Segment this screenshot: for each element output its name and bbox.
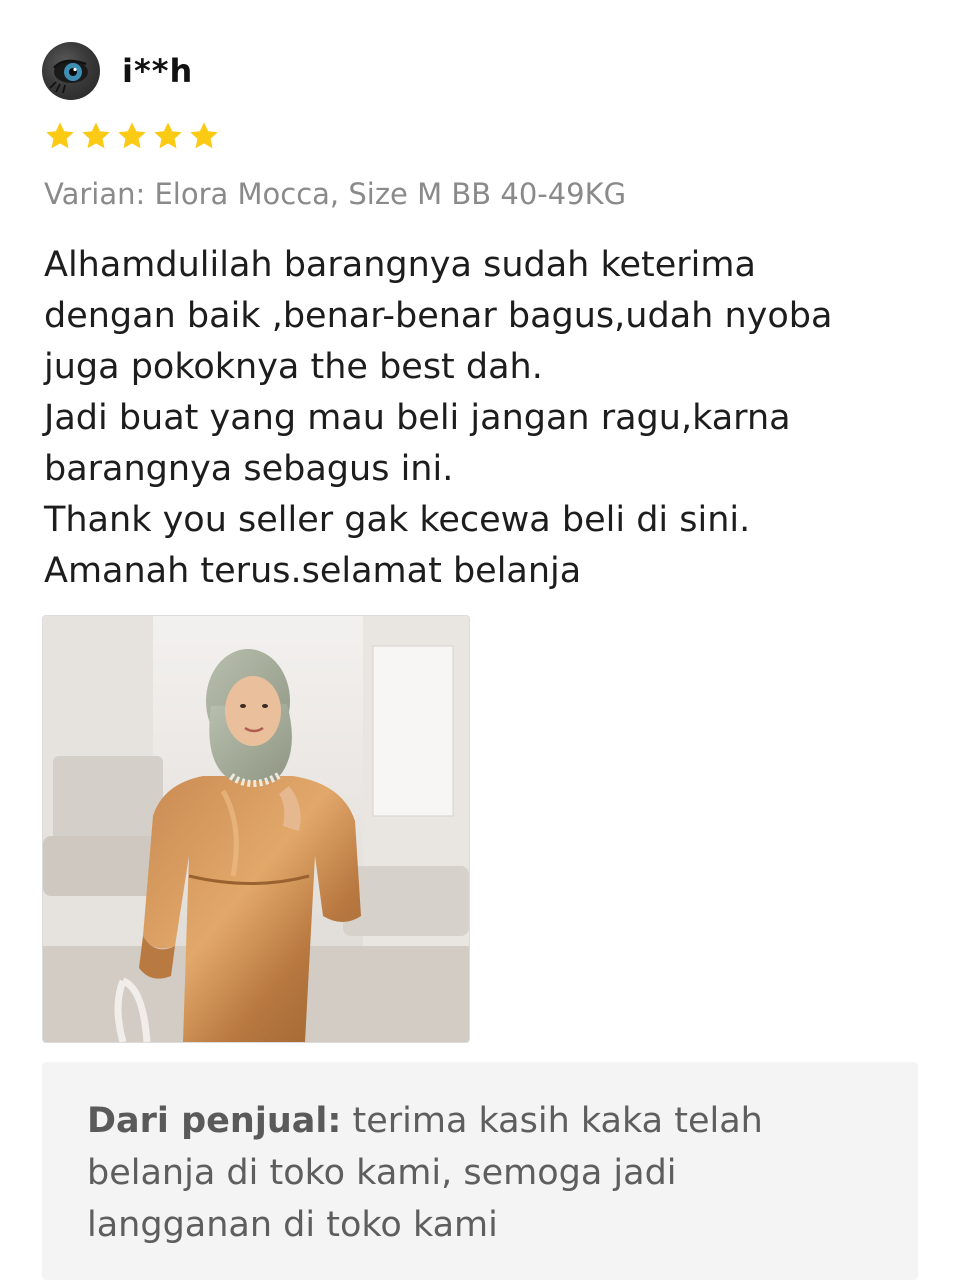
comment-line: Thank you seller gak kecewa beli di sini… (44, 500, 751, 540)
comment-line: Jadi buat yang mau beli jangan ragu,karn… (44, 398, 791, 438)
variant-text: Varian: Elora Mocca, Size M BB 40-49KG (44, 177, 627, 211)
seller-reply-first-line: terima kasih kaka telah (341, 1101, 763, 1141)
reviewer-row: i**h (42, 42, 193, 100)
review-comment: Alhamdulilah barangnya sudah keterima de… (44, 240, 924, 597)
star-icon (118, 122, 146, 149)
seller-reply-label: Dari penjual: (87, 1101, 342, 1141)
comment-line: Amanah terus.selamat belanja (44, 551, 582, 591)
star-rating (44, 120, 220, 152)
reviewer-name: i**h (122, 52, 194, 90)
star-icon (46, 122, 74, 149)
seller-reply-text: Dari penjual: terima kasih kaka telah be… (87, 1095, 887, 1251)
star-icon (154, 122, 182, 149)
seller-reply-line: langganan di toko kami (87, 1205, 498, 1245)
seller-reply-box: Dari penjual: terima kasih kaka telah be… (42, 1062, 918, 1280)
comment-line: juga pokoknya the best dah. (44, 347, 543, 387)
comment-line: Alhamdulilah barangnya sudah keterima (44, 245, 756, 285)
review-card: i**h Varian: Elora Mocca, Size M BB 40-4… (0, 0, 960, 1280)
comment-line: dengan baik ,benar-benar bagus,udah nyob… (44, 296, 833, 336)
eye-avatar-icon[interactable] (42, 42, 100, 100)
star-icon (82, 122, 110, 149)
star-icon (190, 122, 218, 149)
review-photo[interactable] (42, 615, 470, 1043)
seller-reply-line: Dari penjual: terima kasih kaka telah (87, 1095, 887, 1147)
seller-reply-line: belanja di toko kami, semoga jadi (87, 1153, 677, 1193)
comment-line: barangnya sebagus ini. (44, 449, 454, 489)
